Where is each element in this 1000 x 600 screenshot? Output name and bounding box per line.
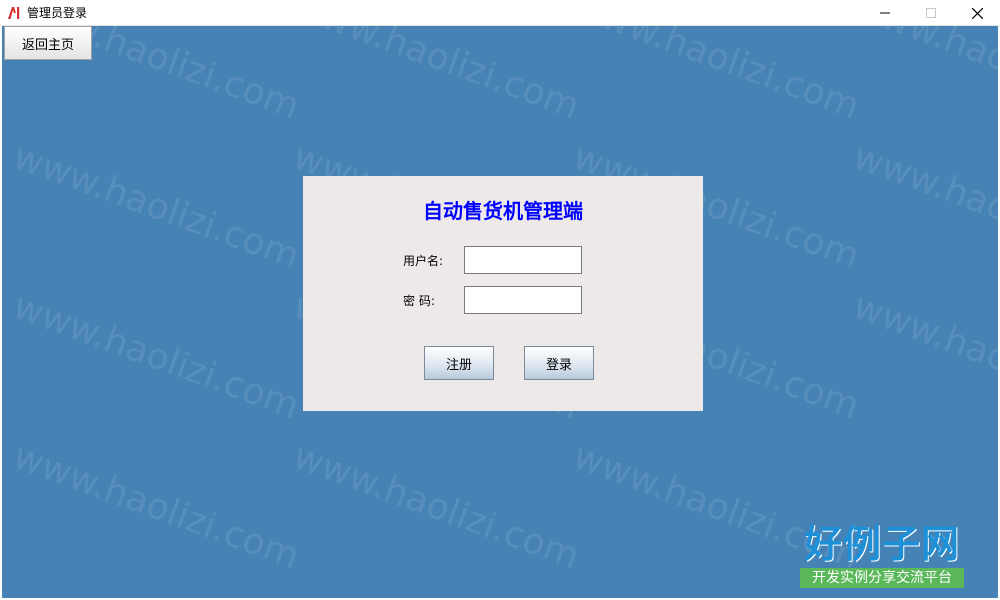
watermark: www.haolizi.com xyxy=(567,26,865,128)
password-label: 密 码: xyxy=(403,294,435,308)
logo-main-text: 好例子网 xyxy=(803,522,960,566)
watermark: www.haolizi.com xyxy=(287,436,585,578)
site-logo: 好例子网 开发实例分享交流平台 xyxy=(800,522,964,590)
watermark: www.haolizi.com xyxy=(7,136,305,278)
watermark: www.haolizi.com xyxy=(287,26,585,128)
watermark: www.haolizi.com xyxy=(7,436,305,578)
app-window: 管理员登录 www.haolizi.com www.haolizi.com ww… xyxy=(0,0,1000,600)
minimize-icon xyxy=(880,12,890,14)
username-label: 用户名: xyxy=(403,254,444,268)
watermark: www.haolizi.com xyxy=(847,286,998,428)
login-button[interactable]: 登录 xyxy=(524,346,594,380)
watermark: www.haolizi.com xyxy=(847,136,998,278)
panel-title: 自动售货机管理端 xyxy=(423,199,583,223)
window-title: 管理员登录 xyxy=(27,6,88,20)
watermark: www.haolizi.com xyxy=(847,26,998,128)
java-app-icon xyxy=(8,7,20,19)
maximize-icon xyxy=(926,8,936,18)
logo-subtitle: 开发实例分享交流平台 xyxy=(800,568,964,588)
username-input[interactable] xyxy=(464,246,582,274)
main-content: www.haolizi.com www.haolizi.com www.haol… xyxy=(2,26,998,598)
password-input[interactable] xyxy=(464,286,582,314)
watermark: www.haolizi.com xyxy=(7,286,305,428)
maximize-button[interactable] xyxy=(908,0,954,26)
register-button[interactable]: 注册 xyxy=(424,346,494,380)
back-to-home-button[interactable]: 返回主页 xyxy=(4,26,92,60)
close-button[interactable] xyxy=(954,0,1000,26)
login-panel: 自动售货机管理端 用户名: 密 码: 注册 登录 xyxy=(303,176,703,411)
close-icon xyxy=(971,7,983,19)
minimize-button[interactable] xyxy=(862,0,908,26)
title-bar[interactable]: 管理员登录 xyxy=(0,0,1000,26)
